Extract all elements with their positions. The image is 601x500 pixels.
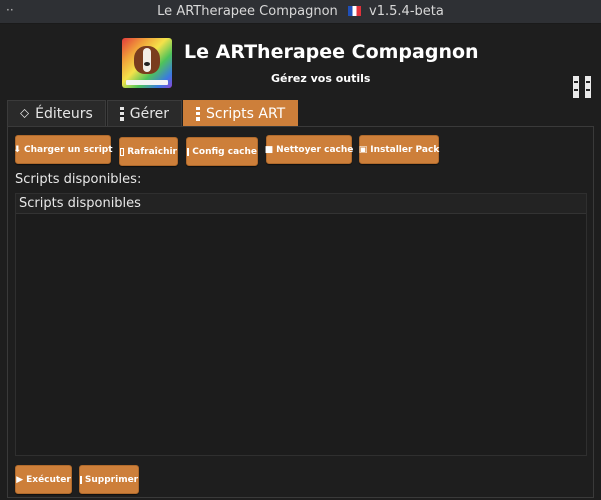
refresh-icon xyxy=(120,147,125,156)
tab-editeurs[interactable]: ⬦ Éditeurs xyxy=(7,100,106,126)
clean-cache-label: Nettoyer cache xyxy=(276,144,354,155)
delete-button[interactable]: Supprimer xyxy=(79,465,139,494)
window-title-text: Le ARTherapee Compagnon xyxy=(157,4,338,19)
app-header: Le ARTherapee Compagnon Gérez vos outils xyxy=(0,24,601,98)
tab-bar: ⬦ Éditeurs Gérer Scripts ART xyxy=(7,100,299,126)
config-cache-label: Config cache xyxy=(192,146,257,157)
config-cache-button[interactable]: Config cache xyxy=(186,137,258,166)
tool-icon xyxy=(119,106,124,121)
install-pack-label: Installer Pack xyxy=(370,144,440,155)
scripts-section-label: Scripts disponibles: xyxy=(15,172,142,187)
play-icon: ▶ xyxy=(16,474,24,485)
app-subtitle: Gérez vos outils xyxy=(271,72,371,85)
load-script-label: Charger un script xyxy=(24,144,113,155)
tab-label: Éditeurs xyxy=(35,105,93,122)
tag-icon: ⬦ xyxy=(20,106,30,121)
window-titlebar[interactable]: ·· Le ARTherapee Compagnon v1.5.4-beta xyxy=(0,0,601,24)
install-pack-button[interactable]: ▣ Installer Pack xyxy=(359,135,439,164)
delete-label: Supprimer xyxy=(84,474,139,485)
script-icon xyxy=(196,106,201,121)
run-label: Exécuter xyxy=(26,474,71,485)
window-title: Le ARTherapee Compagnon v1.5.4-beta xyxy=(157,4,444,19)
version-label: v1.5.4-beta xyxy=(369,4,444,19)
window-menu-icon[interactable]: ·· xyxy=(6,3,14,17)
load-icon: ⬇ xyxy=(13,144,21,155)
load-script-button[interactable]: ⬇ Charger un script xyxy=(13,135,113,164)
settings-icon[interactable] xyxy=(573,76,579,98)
trash-icon: ■ xyxy=(264,144,274,155)
info-icon[interactable] xyxy=(585,76,591,98)
package-icon: ▣ xyxy=(358,144,368,155)
tab-gerer[interactable]: Gérer xyxy=(106,100,183,126)
config-icon xyxy=(187,147,190,156)
tab-scripts-art[interactable]: Scripts ART xyxy=(183,100,299,126)
refresh-label: Rafraîchir xyxy=(127,146,177,157)
app-logo xyxy=(122,38,172,88)
scripts-list[interactable]: Scripts disponibles xyxy=(15,193,587,456)
clean-cache-button[interactable]: ■ Nettoyer cache xyxy=(264,135,354,164)
refresh-button[interactable]: Rafraîchir xyxy=(119,137,178,166)
delete-icon xyxy=(79,475,82,484)
french-flag-icon xyxy=(347,6,361,16)
scripts-list-header[interactable]: Scripts disponibles xyxy=(16,194,586,214)
run-button[interactable]: ▶ Exécuter xyxy=(15,465,72,494)
app-title: Le ARTherapee Compagnon xyxy=(184,41,479,63)
tab-label: Gérer xyxy=(129,105,170,122)
tab-label: Scripts ART xyxy=(206,105,286,122)
